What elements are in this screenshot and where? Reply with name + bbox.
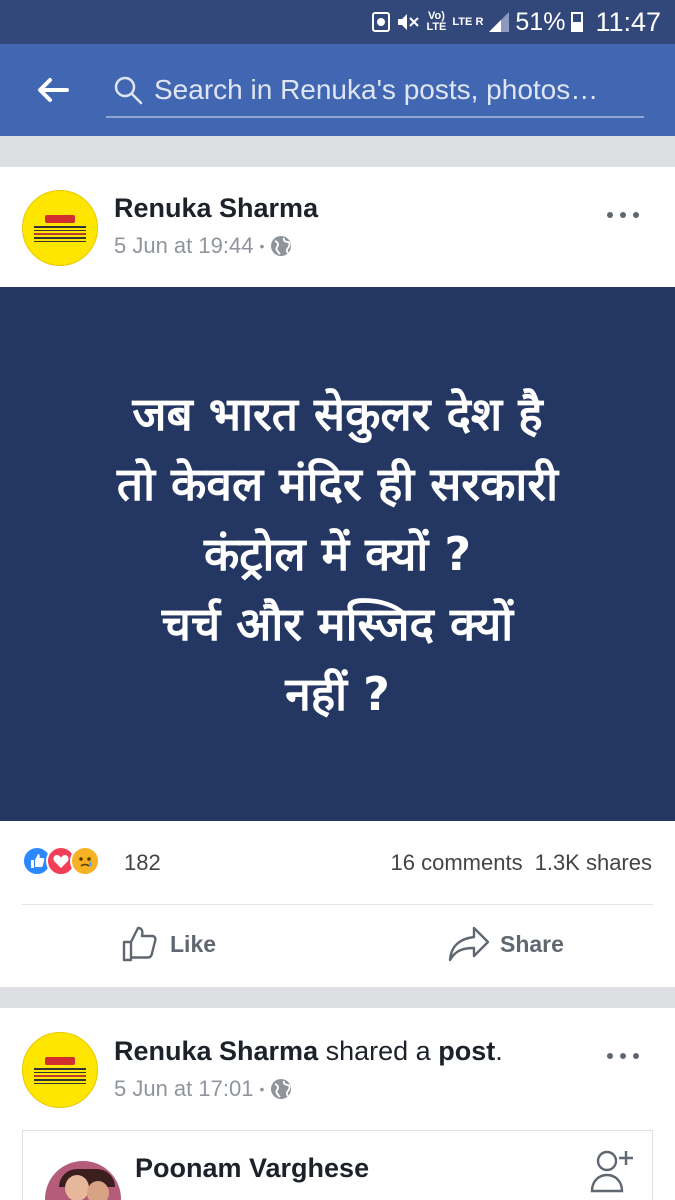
like-label: Like [170, 930, 217, 957]
divider [22, 904, 653, 905]
post-timestamp[interactable]: 5 Jun at 19:44 [114, 233, 253, 259]
clock: 11:47 [595, 6, 661, 37]
globe-icon [271, 236, 292, 256]
share-icon [448, 926, 490, 962]
more-options-button[interactable] [606, 1046, 640, 1060]
post-author: Renuka Sharma shared a post. [114, 1036, 503, 1067]
post-image[interactable]: जब भारत सेकुलर देश है तो केवल मंदिर ही स… [0, 287, 675, 821]
back-arrow-icon [38, 78, 69, 102]
post-stats: 16 comments 1.3K shares [391, 850, 652, 876]
search-input[interactable] [154, 74, 634, 106]
post-meta: 5 Jun at 19:44 • [114, 233, 292, 259]
more-icon [607, 1053, 639, 1059]
shares-count[interactable]: 1.3K shares [535, 850, 652, 876]
post-author-name[interactable]: Renuka Sharma [114, 1036, 318, 1066]
share-button[interactable]: Share [448, 924, 564, 964]
more-icon [607, 212, 639, 218]
avatar[interactable] [22, 1032, 98, 1108]
status-bar: Vo) LTE LTE R 51% 11:47 [0, 0, 675, 44]
post-timestamp[interactable]: 5 Jun at 17:01 [114, 1076, 253, 1102]
search-header [0, 44, 675, 136]
post-link[interactable]: post [438, 1036, 495, 1066]
like-button[interactable]: Like [120, 924, 216, 964]
lte-indicator: LTE R [452, 15, 484, 28]
avatar[interactable] [22, 190, 98, 266]
more-options-button[interactable] [606, 205, 640, 219]
nfc-icon [372, 12, 391, 32]
search-icon [114, 76, 143, 105]
shared-period: . [495, 1036, 503, 1066]
like-icon [122, 926, 157, 962]
battery-percent: 51% [515, 7, 566, 36]
meta-separator: • [259, 1081, 265, 1097]
post-image-text: जब भारत सेकुलर देश है तो केवल मंदिर ही स… [116, 387, 559, 721]
signal-icon [489, 12, 510, 32]
reaction-count[interactable]: 182 [124, 850, 161, 876]
meta-separator: • [259, 238, 265, 254]
share-label: Share [500, 930, 564, 957]
battery-icon [571, 12, 584, 32]
shared-text: shared a [325, 1036, 431, 1066]
sad-reaction-icon [70, 846, 100, 876]
back-button[interactable] [30, 68, 74, 112]
post-meta: 5 Jun at 17:01 • [114, 1076, 292, 1102]
comments-count[interactable]: 16 comments [391, 850, 523, 876]
shared-author-name[interactable]: Poonam Varghese [135, 1153, 369, 1184]
reaction-icons [22, 846, 100, 876]
globe-icon [271, 1079, 292, 1099]
add-friend-icon [590, 1150, 633, 1193]
post-author[interactable]: Renuka Sharma [114, 193, 318, 224]
search-field[interactable] [106, 64, 644, 118]
reactions-row[interactable]: 182 16 comments 1.3K shares [0, 838, 675, 886]
shared-post-card[interactable]: Poonam Varghese [22, 1130, 653, 1200]
mute-icon [396, 12, 420, 32]
add-friend-button[interactable] [589, 1147, 635, 1198]
volte-indicator: Vo) LTE [426, 10, 447, 33]
shared-author-avatar[interactable] [45, 1161, 121, 1200]
